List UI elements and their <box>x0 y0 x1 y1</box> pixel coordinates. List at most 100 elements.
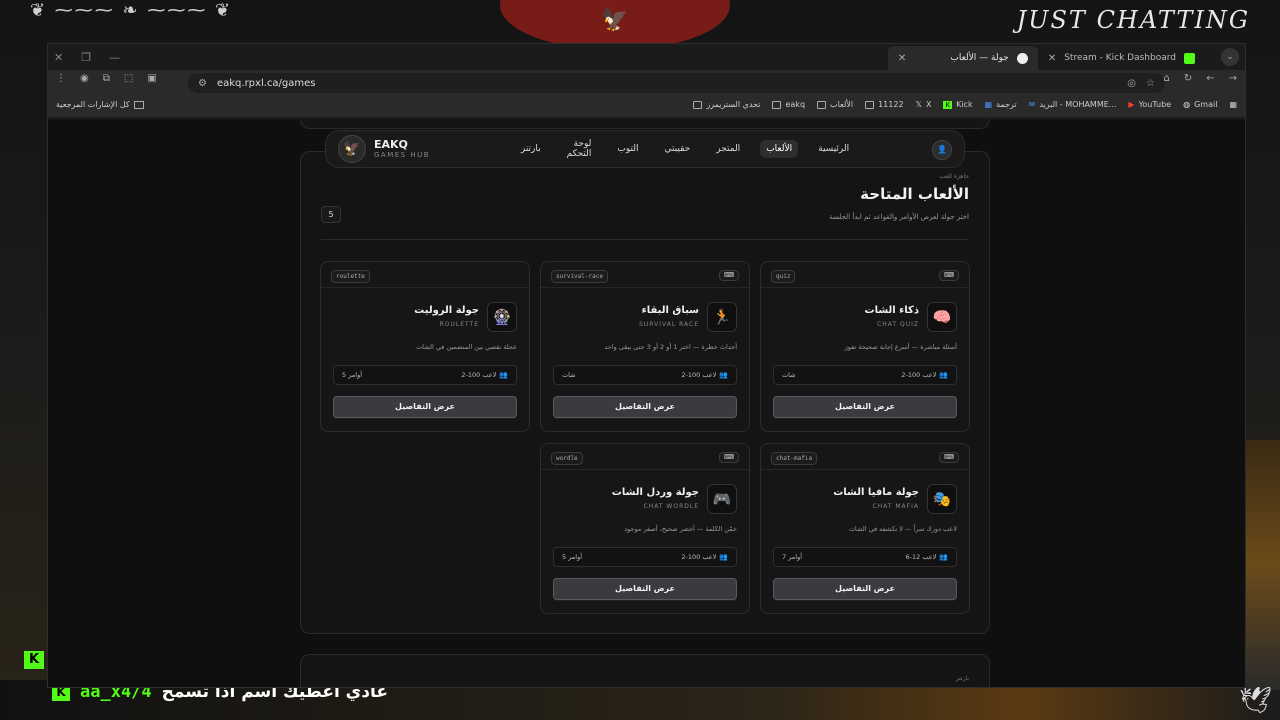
bookmark-item[interactable]: ▦ ترجمة <box>985 100 1017 109</box>
menu-icon[interactable]: ⋮ <box>56 73 66 84</box>
game-card-wordle: wordle ⌨ 🎮 جولة وردل الشات CHAT WORDLE خ… <box>540 443 750 614</box>
roulette-icon: 🎡 <box>487 302 517 332</box>
browser-window: ✕ ❐ — + ✕ جولة — الألعاب ✕ Stream - Kick… <box>47 43 1246 688</box>
user-avatar-icon[interactable]: 👤 <box>932 140 952 160</box>
apps-icon[interactable]: ▦ <box>1229 100 1237 109</box>
partner-panel: بارتنر <box>300 654 990 687</box>
players-count: 6-12 لاعب 👥 <box>905 553 948 561</box>
stream-side-deco <box>1246 440 1280 690</box>
tab-search-button[interactable]: ⌄ <box>1221 48 1239 66</box>
bookmark-label: X <box>926 100 932 109</box>
bookmark-label: تحدي الستريمرز <box>706 100 761 109</box>
runner-icon: 🏃 <box>707 302 737 332</box>
view-details-button[interactable]: عرض التفاصيل <box>553 396 737 418</box>
nav-link-top[interactable]: التوب <box>611 140 644 158</box>
view-details-button[interactable]: عرض التفاصيل <box>773 578 957 600</box>
bookmark-label: eakq <box>785 100 806 109</box>
reader-icon[interactable]: ◎ <box>1127 78 1136 89</box>
bookmark-item[interactable]: eakq <box>772 100 805 109</box>
minimize-icon[interactable]: — <box>109 51 120 64</box>
nav-link-games[interactable]: الألعاب <box>760 140 799 158</box>
bookmark-item[interactable]: K Kick <box>943 100 973 109</box>
nav-link-partner[interactable]: بارتنر <box>515 140 547 158</box>
forward-icon[interactable]: → <box>1229 73 1237 84</box>
users-icon: 👥 <box>719 371 728 379</box>
game-subtitle: CHAT QUIZ <box>877 321 919 328</box>
translate-icon: ▦ <box>984 100 993 109</box>
game-meta: شات 2-100 لاعب 👥 <box>773 365 957 385</box>
gamepad-icon: ⌨ <box>719 270 739 281</box>
bookmark-item[interactable]: 11122 <box>865 100 904 109</box>
downloads-icon[interactable]: ⧉ <box>103 73 110 84</box>
page-title: الألعاب المتاحة <box>860 185 969 203</box>
nav-link-store[interactable]: المتجر <box>710 140 746 158</box>
back-icon[interactable]: ← <box>1206 73 1214 84</box>
tab-label: جولة — الألعاب <box>950 53 1009 63</box>
players-label: 2-100 لاعب <box>681 553 717 561</box>
view-details-button[interactable]: عرض التفاصيل <box>773 396 957 418</box>
tab-kick-dashboard[interactable]: ✕ Stream - Kick Dashboard <box>1038 46 1205 70</box>
tab-games[interactable]: ✕ جولة — الألعاب <box>887 46 1038 70</box>
users-icon: 👥 <box>939 553 948 561</box>
game-title: جولة الروليت <box>414 305 479 316</box>
close-icon[interactable]: ✕ <box>1048 53 1056 64</box>
view-details-button[interactable]: عرض التفاصيل <box>553 578 737 600</box>
players-label: 2-100 لاعب <box>901 371 937 379</box>
users-icon: 👥 <box>719 553 728 561</box>
reload-icon[interactable]: ↻ <box>1184 73 1192 84</box>
gamepad-icon: ⌨ <box>939 270 959 281</box>
all-bookmarks-label: كل الإشارات المرجعية <box>56 100 130 109</box>
home-icon[interactable]: ⌂ <box>1163 73 1169 84</box>
x-icon: 𝕏 <box>915 100 922 109</box>
prev-section-edge <box>300 119 990 129</box>
nav-link-dashboard[interactable]: لوحة التحكم <box>561 135 598 163</box>
view-details-button[interactable]: عرض التفاصيل <box>333 396 517 418</box>
globe-icon: ◍ <box>1183 100 1191 109</box>
site-logo[interactable]: 🦅 EAKQ GAMES HUB <box>338 135 430 163</box>
partner-label: بارتنر <box>955 675 969 682</box>
card-divider <box>541 469 749 470</box>
card-divider <box>761 469 969 470</box>
close-icon[interactable]: ✕ <box>898 53 906 64</box>
tab-bar: ✕ ❐ — + ✕ جولة — الألعاب ✕ Stream - Kick… <box>48 44 1245 70</box>
gamepad-icon: ⌨ <box>719 452 739 463</box>
extensions-icon[interactable]: ⬚ <box>124 73 133 84</box>
profile-icon[interactable]: ◉ <box>80 73 89 84</box>
bookmark-item[interactable]: 𝕏X <box>916 100 932 109</box>
tune-icon[interactable]: ⚙ <box>198 78 207 89</box>
bookmark-item[interactable]: الألعاب <box>817 100 853 109</box>
players-count: 2-100 لاعب 👥 <box>681 371 728 379</box>
players-label: 2-100 لاعب <box>681 371 717 379</box>
gamepad-icon: 🎮 <box>707 484 737 514</box>
players-count: 2-100 لاعب 👥 <box>901 371 948 379</box>
bookmark-label: ترجمة <box>996 100 1017 109</box>
close-icon[interactable]: ✕ <box>54 51 63 64</box>
url-text: eakq.rpxl.ca/games <box>216 77 316 89</box>
game-title: جولة وردل الشات <box>611 487 699 498</box>
kick-icon: K <box>943 100 953 109</box>
players-label: 2-100 لاعب <box>461 371 497 379</box>
card-divider <box>541 287 749 288</box>
star-icon[interactable]: ☆ <box>1146 78 1155 89</box>
nav-link-bag[interactable]: حقيبتي <box>658 140 696 158</box>
users-icon: 👥 <box>499 371 508 379</box>
bookmark-item[interactable]: ✉ البريد - MOHAMME... <box>1029 100 1117 109</box>
players-count: 2-100 لاعب 👥 <box>681 553 728 561</box>
all-bookmarks[interactable]: كل الإشارات المرجعية <box>56 100 144 109</box>
game-tag: roulette <box>331 270 370 283</box>
bookmark-list: تحدي الستريمرز eakq الألعاب 11122 𝕏X K Ki… <box>693 100 1237 109</box>
bookmark-item[interactable]: تحدي الستريمرز <box>693 100 760 109</box>
bookmark-item[interactable]: ▶ YouTube <box>1128 100 1171 109</box>
restore-icon[interactable]: ❐ <box>81 51 91 64</box>
divider <box>321 239 969 240</box>
page-content: جاهزة للعب الألعاب المتاحة اختر جولة لعر… <box>48 119 1245 687</box>
game-card-quiz: quiz ⌨ 🧠 ذكاء الشات CHAT QUIZ أسئلة مباش… <box>760 261 970 432</box>
game-title: ذكاء الشات <box>864 305 919 316</box>
address-bar[interactable]: ⚙ eakq.rpxl.ca/games ◎ ☆ <box>188 73 1165 93</box>
nav-link-home[interactable]: الرئيسية <box>812 140 855 158</box>
bookmark-item[interactable]: ◍ Gmail <box>1183 100 1217 109</box>
eagle-logo-icon: 🦅 <box>338 135 366 163</box>
extension-icon[interactable]: ▣ <box>147 73 156 84</box>
nav-links: الرئيسية الألعاب المتجر حقيبتي التوب لوح… <box>521 135 849 163</box>
game-card-roulette: roulette 🎡 جولة الروليت ROULETTE عجلة تق… <box>320 261 530 432</box>
